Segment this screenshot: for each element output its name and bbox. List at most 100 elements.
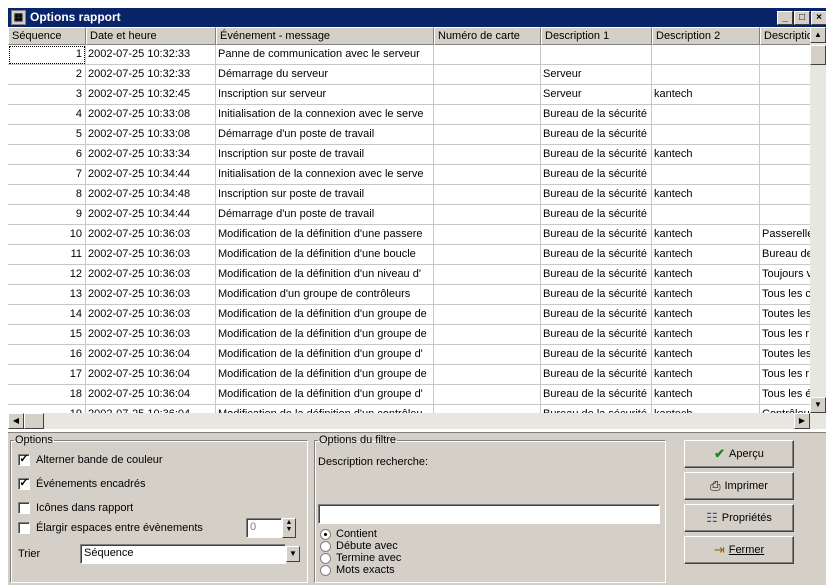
hscroll-thumb[interactable] <box>24 413 44 429</box>
close-button[interactable]: ⇥ Fermer <box>684 536 794 564</box>
radio-match-mode[interactable] <box>320 553 331 564</box>
cell-sequence: 9 <box>8 205 86 225</box>
scroll-thumb[interactable] <box>810 45 826 65</box>
cell-description-2: kantech <box>652 325 760 345</box>
table-row[interactable]: 2 2002-07-25 10:32:33 Démarrage du serveur… <box>8 65 820 85</box>
column-header-date-time[interactable]: Date et heure <box>86 27 216 45</box>
minimize-button[interactable]: _ <box>777 11 793 25</box>
table-row[interactable]: 15 2002-07-25 10:36:03 Modification de la … <box>8 325 820 345</box>
table-row[interactable]: 9 2002-07-25 10:34:44 Démarrage d'un poste… <box>8 205 820 225</box>
radio-label: Contient <box>336 528 377 540</box>
table-row[interactable]: 4 2002-07-25 10:33:08 Initialisation de la… <box>8 105 820 125</box>
scroll-down-icon[interactable]: ▼ <box>810 397 826 413</box>
cell-date-time: 2002-07-25 10:36:03 <box>86 285 216 305</box>
cell-description-1: Serveur <box>541 65 652 85</box>
table-row[interactable]: 16 2002-07-25 10:36:04 Modification de la … <box>8 345 820 365</box>
search-description-input[interactable] <box>318 504 660 524</box>
column-header-event-message[interactable]: Événement - message <box>216 27 434 45</box>
cell-date-time: 2002-07-25 10:34:44 <box>86 205 216 225</box>
cell-description-2: kantech <box>652 345 760 365</box>
maximize-button[interactable]: □ <box>794 11 810 25</box>
table-row[interactable]: 6 2002-07-25 10:33:34 Inscription sur post… <box>8 145 820 165</box>
table-row[interactable]: 10 2002-07-25 10:36:03 Modification de la … <box>8 225 820 245</box>
table-row[interactable]: 11 2002-07-25 10:36:03 Modification de la … <box>8 245 820 265</box>
cell-card-number <box>434 305 541 325</box>
vertical-scrollbar[interactable]: ▲ ▼ <box>810 27 826 413</box>
table-row[interactable]: 14 2002-07-25 10:36:03 Modification de la … <box>8 305 820 325</box>
column-header-description-2[interactable]: Description 2 <box>652 27 760 45</box>
cell-description-2 <box>652 125 760 145</box>
properties-button[interactable]: ☷ Propriétés <box>684 504 794 532</box>
cell-sequence: 11 <box>8 245 86 265</box>
table-row[interactable]: 5 2002-07-25 10:33:08 Démarrage d'un poste… <box>8 125 820 145</box>
alternate-color-label: Alterner bande de couleur <box>36 454 163 466</box>
cell-event-message: Démarrage d'un poste de travail <box>216 205 434 225</box>
cell-description-2: kantech <box>652 385 760 405</box>
spin-updown-icon[interactable]: ▲ ▼ <box>282 518 296 538</box>
cell-date-time: 2002-07-25 10:36:04 <box>86 385 216 405</box>
cell-sequence: 8 <box>8 185 86 205</box>
cell-event-message: Modification de la définition d'un group… <box>216 305 434 325</box>
cell-description-2: kantech <box>652 185 760 205</box>
radio-match-mode[interactable] <box>320 541 331 552</box>
radio-match-mode[interactable] <box>320 565 331 576</box>
cell-date-time: 2002-07-25 10:36:03 <box>86 245 216 265</box>
scroll-right-icon[interactable]: ▶ <box>794 413 810 429</box>
radio-match-mode[interactable] <box>320 529 331 540</box>
horizontal-scrollbar[interactable]: ◀ ▶ <box>8 413 826 429</box>
cell-card-number <box>434 365 541 385</box>
title-bar[interactable]: ▦ Options rapport _ □ × <box>8 8 826 27</box>
scroll-left-icon[interactable]: ◀ <box>8 413 24 429</box>
print-label: Imprimer <box>724 480 768 492</box>
report-icons-checkbox[interactable] <box>18 502 30 514</box>
table-row[interactable]: 12 2002-07-25 10:36:03 Modification de la … <box>8 265 820 285</box>
cell-description-2 <box>652 205 760 225</box>
cell-description-1: Bureau de la sécurité <box>541 285 652 305</box>
cell-card-number <box>434 285 541 305</box>
cell-date-time: 2002-07-25 10:33:08 <box>86 105 216 125</box>
cell-description-2: kantech <box>652 305 760 325</box>
cell-description-1: Bureau de la sécurité <box>541 325 652 345</box>
framed-events-label: Événements encadrés <box>36 478 146 490</box>
sort-label: Trier <box>18 548 41 560</box>
cell-date-time: 2002-07-25 10:34:48 <box>86 185 216 205</box>
table-row[interactable]: 7 2002-07-25 10:34:44 Initialisation de la… <box>8 165 820 185</box>
cell-sequence: 3 <box>8 85 86 105</box>
cell-event-message: Modification de la définition d'un group… <box>216 385 434 405</box>
table-row[interactable]: 8 2002-07-25 10:34:48 Inscription sur post… <box>8 185 820 205</box>
widen-spacing-checkbox[interactable] <box>18 522 30 534</box>
cell-event-message: Modification de la définition d'un group… <box>216 345 434 365</box>
sort-select[interactable]: Séquence <box>80 544 286 564</box>
cell-description-2 <box>652 165 760 185</box>
cell-event-message: Modification de la définition d'un group… <box>216 365 434 385</box>
properties-list-icon: ☷ <box>706 510 718 526</box>
cell-description-1: Bureau de la sécurité <box>541 205 652 225</box>
table-row[interactable]: 18 2002-07-25 10:36:04 Modification de la … <box>8 385 820 405</box>
preview-label: Aperçu <box>729 448 764 460</box>
spacing-value-input[interactable]: 0 <box>246 518 282 538</box>
column-header-sequence[interactable]: Séquence <box>8 27 86 45</box>
chevron-down-icon[interactable]: ▼ <box>286 546 300 562</box>
alternate-color-checkbox[interactable]: ✓ <box>18 454 30 466</box>
cell-description-1: Bureau de la sécurité <box>541 245 652 265</box>
scroll-up-icon[interactable]: ▲ <box>810 27 826 43</box>
cell-description-2: kantech <box>652 245 760 265</box>
cell-description-2 <box>652 45 760 65</box>
preview-button[interactable]: ✔ Aperçu <box>684 440 794 468</box>
column-header-card-number[interactable]: Numéro de carte <box>434 27 541 45</box>
table-row[interactable]: 3 2002-07-25 10:32:45 Inscription sur serv… <box>8 85 820 105</box>
cell-sequence: 16 <box>8 345 86 365</box>
column-header-description-1[interactable]: Description 1 <box>541 27 652 45</box>
checkmark-icon: ✔ <box>714 446 726 462</box>
print-button[interactable]: ⎙ Imprimer <box>684 472 794 500</box>
radio-label: Débute avec <box>336 540 398 552</box>
table-row[interactable]: 1 2002-07-25 10:32:33 Panne de communicati… <box>8 45 820 65</box>
framed-events-checkbox[interactable]: ✓ <box>18 478 30 490</box>
event-grid[interactable]: Séquence Date et heure Événement - message… <box>8 27 826 433</box>
cell-event-message: Modification d'un groupe de contrôleurs <box>216 285 434 305</box>
close-window-button[interactable]: × <box>811 11 826 25</box>
cell-date-time: 2002-07-25 10:32:45 <box>86 85 216 105</box>
window-title: Options rapport <box>30 10 121 24</box>
table-row[interactable]: 13 2002-07-25 10:36:03 Modification d'un g… <box>8 285 820 305</box>
table-row[interactable]: 17 2002-07-25 10:36:04 Modification de la … <box>8 365 820 385</box>
